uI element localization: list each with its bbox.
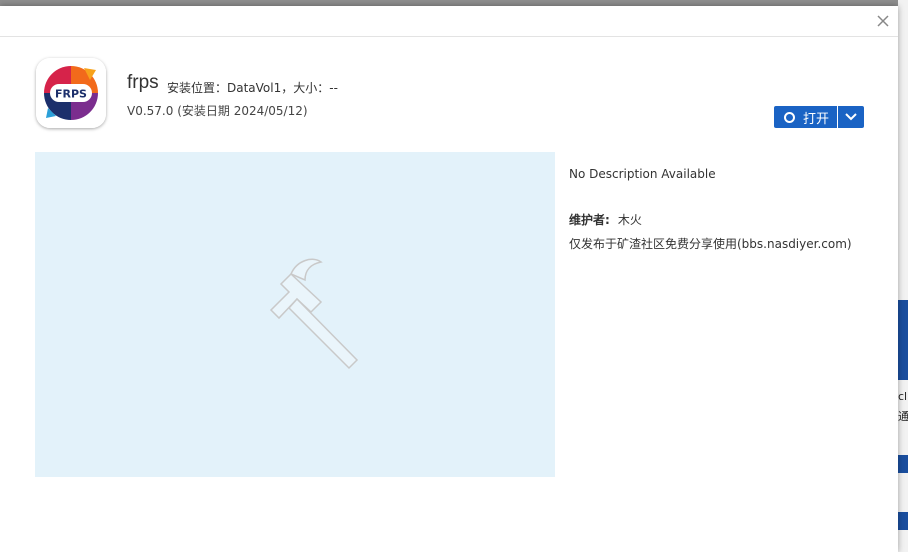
version-info: V0.57.0 (安装日期 2024/05/12) bbox=[127, 104, 308, 118]
frps-logo-icon: FRPS bbox=[36, 58, 106, 128]
circle-icon bbox=[784, 111, 795, 123]
app-name: frps bbox=[127, 72, 159, 93]
screenshot-placeholder bbox=[35, 152, 555, 477]
open-button-group: 打开 bbox=[774, 106, 865, 128]
install-location: 安装位置：DataVol1，大小：-- bbox=[167, 81, 338, 95]
background-text: 通 bbox=[898, 410, 908, 423]
app-detail-dialog: FRPS frps 安装位置：DataVol1，大小：-- V0.57.0 (安… bbox=[0, 6, 898, 552]
chevron-down-icon bbox=[845, 113, 857, 121]
distribution-note: 仅发布于矿渣社区免费分享使用(bbs.nasdiyer.com) bbox=[569, 237, 852, 251]
hammer-icon bbox=[269, 258, 359, 370]
dialog-header bbox=[0, 6, 898, 37]
background-panel bbox=[898, 455, 908, 473]
open-dropdown-button[interactable] bbox=[838, 106, 865, 128]
app-description: No Description Available bbox=[569, 167, 716, 181]
close-icon bbox=[877, 15, 889, 27]
background-text: cl bbox=[898, 390, 908, 403]
app-icon: FRPS bbox=[36, 58, 106, 128]
background-panel bbox=[898, 512, 908, 530]
maintainer-label: 维护者: bbox=[569, 213, 610, 227]
background-panel bbox=[898, 300, 908, 380]
logo-text: FRPS bbox=[55, 88, 87, 101]
open-button[interactable]: 打开 bbox=[774, 106, 838, 128]
maintainer-value: 木火 bbox=[617, 213, 642, 227]
background-window: cl 通 bbox=[898, 0, 908, 552]
close-button[interactable] bbox=[874, 12, 892, 30]
open-button-label: 打开 bbox=[803, 111, 830, 127]
maintainer-row: 维护者: 木火 bbox=[569, 211, 642, 228]
